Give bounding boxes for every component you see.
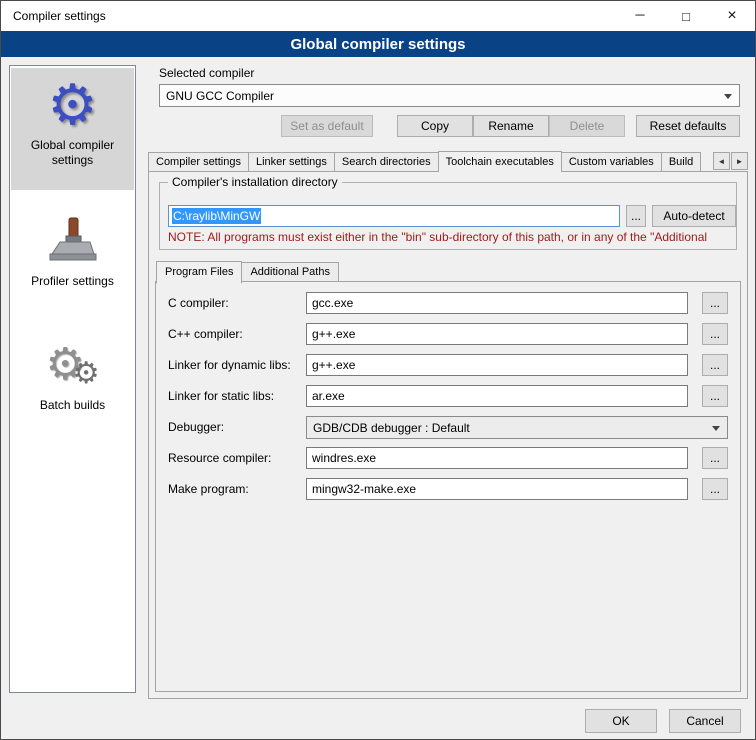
minimize-icon: ─ — [635, 7, 644, 22]
program-files-panel: C compiler: gcc.exe ... C++ compiler: g+… — [155, 281, 741, 692]
installation-directory-group: Compiler's installation directory C:\ray… — [159, 182, 737, 250]
reset-defaults-button[interactable]: Reset defaults — [636, 115, 740, 137]
set-as-default-button[interactable]: Set as default — [281, 115, 373, 137]
installation-directory-group-title: Compiler's installation directory — [168, 175, 342, 189]
auto-detect-button[interactable]: Auto-detect — [652, 205, 736, 227]
resource-compiler-label: Resource compiler: — [168, 447, 271, 469]
maximize-button[interactable]: □ — [663, 1, 709, 31]
resource-compiler-browse-button[interactable]: ... — [702, 447, 728, 469]
close-button[interactable]: × — [709, 1, 755, 31]
delete-button[interactable]: Delete — [549, 115, 625, 137]
close-icon: × — [727, 7, 736, 25]
tab-build-options[interactable]: Build — [661, 152, 701, 172]
make-program-input[interactable]: mingw32-make.exe — [306, 478, 688, 500]
toolchain-executables-panel: Compiler's installation directory C:\ray… — [148, 171, 748, 699]
main-panel: Selected compiler GNU GCC Compiler Set a… — [147, 57, 749, 703]
batch-builds-icon: ⚙⚙ — [11, 334, 134, 396]
sidebar-item-label: Global compiler settings — [11, 136, 134, 168]
c-compiler-browse-button[interactable]: ... — [702, 292, 728, 314]
tab-compiler-settings[interactable]: Compiler settings — [148, 152, 249, 172]
static-linker-browse-button[interactable]: ... — [702, 385, 728, 407]
sidebar-item-profiler-settings[interactable]: Profiler settings — [11, 204, 134, 300]
c-compiler-input[interactable]: gcc.exe — [306, 292, 688, 314]
copy-button[interactable]: Copy — [397, 115, 473, 137]
dynamic-linker-browse-button[interactable]: ... — [702, 354, 728, 376]
debugger-label: Debugger: — [168, 416, 224, 438]
gear-icon: ⚙ — [11, 74, 134, 136]
selected-compiler-value: GNU GCC Compiler — [166, 89, 274, 103]
titlebar: Compiler settings ─ □ × — [1, 1, 755, 31]
static-linker-row: Linker for static libs: ar.exe ... — [156, 385, 740, 407]
sidebar-item-label: Profiler settings — [11, 272, 134, 289]
settings-category-list: ⚙ Global compiler settings Profiler sett… — [9, 65, 136, 693]
tab-scroll-right-icon[interactable]: ► — [731, 152, 748, 170]
compiler-actions: Set as default Copy Rename Delete Reset … — [159, 115, 740, 137]
browse-directory-button[interactable]: ... — [626, 205, 646, 227]
resource-compiler-input[interactable]: windres.exe — [306, 447, 688, 469]
make-program-label: Make program: — [168, 478, 249, 500]
sidebar-item-label: Batch builds — [11, 396, 134, 413]
cancel-button[interactable]: Cancel — [669, 709, 741, 733]
make-program-row: Make program: mingw32-make.exe ... — [156, 478, 740, 500]
tab-toolchain-executables[interactable]: Toolchain executables — [438, 151, 562, 172]
tab-custom-variables[interactable]: Custom variables — [561, 152, 662, 172]
settings-tabstrip: Compiler settings Linker settings Search… — [148, 150, 748, 172]
ok-button[interactable]: OK — [585, 709, 657, 733]
rename-button[interactable]: Rename — [473, 115, 549, 137]
cpp-compiler-input[interactable]: g++.exe — [306, 323, 688, 345]
dynamic-linker-input[interactable]: g++.exe — [306, 354, 688, 376]
compiler-settings-window: Compiler settings ─ □ × Global compiler … — [0, 0, 756, 740]
cpp-compiler-label: C++ compiler: — [168, 323, 243, 345]
tab-scroll-left-icon[interactable]: ◄ — [713, 152, 730, 170]
static-linker-label: Linker for static libs: — [168, 385, 274, 407]
cpp-compiler-row: C++ compiler: g++.exe ... — [156, 323, 740, 345]
tabs-scroller: Compiler settings Linker settings Search… — [148, 150, 711, 172]
c-compiler-row: C compiler: gcc.exe ... — [156, 292, 740, 314]
selected-compiler-label: Selected compiler — [159, 66, 254, 80]
bin-subdirectory-note: NOTE: All programs must exist either in … — [168, 230, 734, 244]
program-files-tabstrip: Program Files Additional Paths — [156, 260, 740, 282]
sidebar-item-global-compiler-settings[interactable]: ⚙ Global compiler settings — [11, 68, 134, 190]
c-compiler-label: C compiler: — [168, 292, 229, 314]
cpp-compiler-browse-button[interactable]: ... — [702, 323, 728, 345]
window-title: Compiler settings — [1, 9, 106, 23]
sidebar-item-batch-builds[interactable]: ⚙⚙ Batch builds — [11, 328, 134, 424]
tab-linker-settings[interactable]: Linker settings — [248, 152, 335, 172]
make-program-browse-button[interactable]: ... — [702, 478, 728, 500]
dynamic-linker-label: Linker for dynamic libs: — [168, 354, 291, 376]
debugger-dropdown[interactable]: GDB/CDB debugger : Default — [306, 416, 728, 439]
window-controls: ─ □ × — [617, 1, 755, 31]
profiler-icon — [11, 210, 134, 272]
page-title: Global compiler settings — [1, 31, 755, 57]
minimize-button[interactable]: ─ — [617, 1, 663, 31]
tab-additional-paths[interactable]: Additional Paths — [241, 262, 339, 282]
debugger-row: Debugger: GDB/CDB debugger : Default — [156, 416, 740, 438]
installation-directory-input[interactable]: C:\raylib\MinGW — [168, 205, 620, 227]
debugger-value: GDB/CDB debugger : Default — [313, 421, 470, 435]
tab-scroll-buttons: ◄ ► — [713, 152, 748, 170]
dynamic-linker-row: Linker for dynamic libs: g++.exe ... — [156, 354, 740, 376]
resource-compiler-row: Resource compiler: windres.exe ... — [156, 447, 740, 469]
static-linker-input[interactable]: ar.exe — [306, 385, 688, 407]
maximize-icon: □ — [682, 9, 690, 24]
tab-search-directories[interactable]: Search directories — [334, 152, 439, 172]
tab-program-files[interactable]: Program Files — [156, 261, 242, 284]
selected-compiler-dropdown[interactable]: GNU GCC Compiler — [159, 84, 740, 107]
installation-directory-value: C:\raylib\MinGW — [172, 208, 261, 224]
